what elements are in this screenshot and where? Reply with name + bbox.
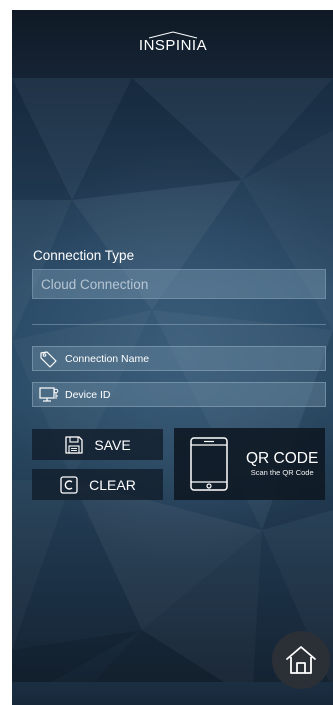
qr-code-title: QR CODE bbox=[246, 450, 319, 467]
tag-icon bbox=[39, 350, 59, 368]
app-screen: INSPINIA Connection Type Cloud Connectio… bbox=[12, 10, 333, 705]
qr-code-button[interactable]: QR CODE Scan the QR Code bbox=[174, 428, 325, 500]
clear-button-label: CLEAR bbox=[89, 476, 136, 493]
inspinia-logo: INSPINIA bbox=[138, 31, 206, 54]
bottom-bar bbox=[12, 682, 333, 705]
smartphone-icon bbox=[190, 437, 228, 491]
save-button-label: SAVE bbox=[94, 436, 131, 453]
logo-text: INSPINIA bbox=[138, 37, 206, 54]
connection-type-select[interactable]: Cloud Connection bbox=[32, 269, 326, 299]
connection-name-field[interactable]: Connection Name bbox=[32, 346, 326, 371]
home-icon bbox=[286, 646, 316, 674]
qr-code-subtitle: Scan the QR Code bbox=[250, 468, 314, 477]
clear-button[interactable]: CLEAR bbox=[32, 469, 163, 500]
header-bar: INSPINIA bbox=[12, 10, 333, 78]
home-button[interactable] bbox=[272, 631, 330, 689]
device-id-label: Device ID bbox=[65, 388, 111, 401]
floppy-disk-icon bbox=[64, 435, 84, 455]
save-button[interactable]: SAVE bbox=[32, 429, 163, 460]
qr-code-text: QR CODE Scan the QR Code bbox=[246, 450, 318, 478]
clear-c-icon bbox=[59, 475, 79, 495]
section-divider bbox=[32, 324, 326, 325]
connection-name-label: Connection Name bbox=[65, 352, 150, 365]
connection-type-title: Connection Type bbox=[33, 248, 135, 263]
device-id-field[interactable]: Device ID bbox=[32, 382, 326, 407]
monitor-key-icon bbox=[39, 386, 59, 404]
